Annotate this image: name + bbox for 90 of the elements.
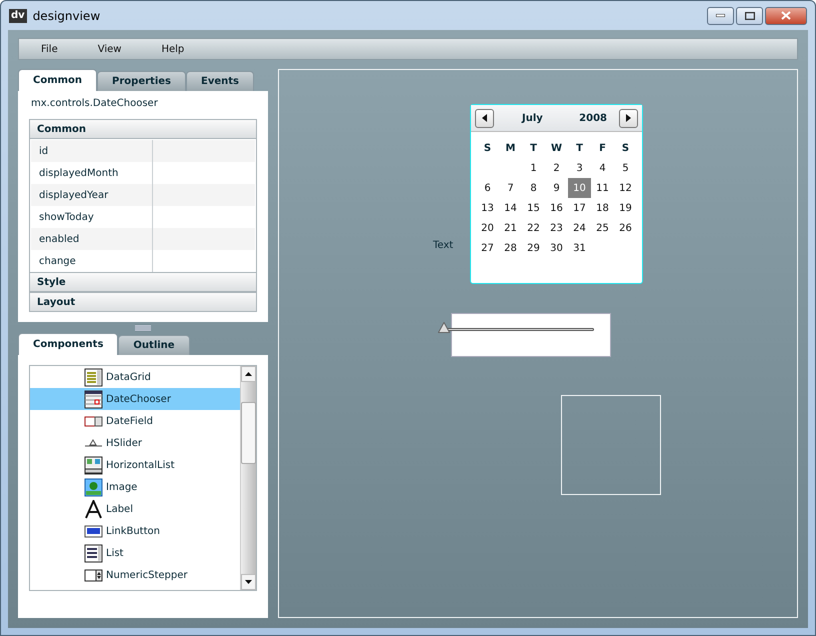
calendar-day[interactable]: 30 [545,238,568,258]
scrollbar[interactable] [240,366,256,590]
panel-tab[interactable]: Events [186,71,254,91]
calendar-day[interactable]: 20 [476,218,499,238]
calendar-day[interactable]: 2 [545,158,568,178]
window-title: designview [32,8,102,22]
weekday-label: M [504,142,516,156]
calendar-day[interactable]: 22 [522,218,545,238]
close-button[interactable] [765,6,807,24]
component-item[interactable]: DataGrid [30,366,240,388]
panel-tab[interactable]: Common [18,69,98,91]
calendar-day[interactable]: 6 [476,178,499,198]
menu-item[interactable]: File [41,44,58,54]
component-item[interactable]: HSlider [30,432,240,454]
component-item[interactable]: HorizontalList [30,454,240,476]
calendar-day[interactable]: 14 [499,198,522,218]
list-icon [84,456,103,474]
weekday-label: T [575,142,584,156]
calendar-day[interactable]: 15 [522,198,545,218]
panel-tab[interactable]: Components [18,333,118,355]
left-arrow-icon [482,114,487,122]
menu-item[interactable]: View [98,44,122,54]
calendar-day[interactable]: 9 [545,178,568,198]
component-item[interactable]: Image [30,476,240,498]
right-arrow-icon [626,114,631,122]
scroll-down-button[interactable] [241,574,256,590]
calendar-day[interactable]: 5 [614,158,637,178]
component-item[interactable]: LinkButton [30,520,240,542]
menu-item[interactable]: Help [161,44,184,54]
calendar-day[interactable]: 28 [499,238,522,258]
calendar-day[interactable]: 26 [614,218,637,238]
text-label[interactable]: Text [433,240,454,251]
panel-tab[interactable]: Properties [97,71,186,91]
down-arrow-icon [245,580,252,584]
app-logo: dv [9,8,27,22]
minimize-button[interactable] [707,6,734,24]
section-header[interactable]: Style [29,272,257,292]
component-item[interactable]: NumericStepper [30,564,240,586]
calendar-day[interactable]: 10 [568,178,591,198]
weekday-label: S [482,142,492,156]
section-header[interactable]: Common [29,119,257,139]
calendar-day[interactable]: 17 [568,198,591,218]
calendar-day[interactable]: 19 [614,198,637,218]
calendar-day[interactable]: 27 [476,238,499,258]
month-label: July [522,112,543,124]
component-item[interactable]: List [30,542,240,564]
calendar-day[interactable]: 16 [545,198,568,218]
weekday-label: T [529,142,538,156]
calendar-day[interactable]: 29 [522,238,545,258]
slider-thumb[interactable] [438,322,450,333]
year-label: 2008 [579,112,607,124]
calendar-icon [84,390,103,408]
up-arrow-icon [245,372,252,376]
calendar-day[interactable]: 18 [591,198,614,218]
calendar-day[interactable]: 31 [568,238,591,258]
date-chooser[interactable]: July 2008 S M T W T F S 1 2 3 4 5 6 7 8 9 10 11 12 13 14 15 16 17 18 19 20 21 22 23 24 25 26 27 28 29 30 31 [470,104,643,284]
scroll-up-button[interactable] [241,366,256,382]
calendar-day[interactable]: 3 [568,158,591,178]
weekday-label: W [550,142,564,156]
maximize-icon [744,12,754,20]
calendar-day[interactable]: 23 [545,218,568,238]
weekday-label: F [598,142,607,156]
calendar-day[interactable]: 24 [568,218,591,238]
calendar-day[interactable]: 11 [591,178,614,198]
maximize-button[interactable] [736,6,763,24]
letter-icon [84,500,103,518]
calendar-day[interactable]: 21 [499,218,522,238]
image-icon [84,478,103,496]
calendar-day[interactable]: 1 [522,158,545,178]
calendar-day[interactable]: 13 [476,198,499,218]
calendar-day[interactable]: 12 [614,178,637,198]
slider[interactable] [438,322,594,334]
calendar-day[interactable]: 7 [499,178,522,198]
component-item[interactable]: DateChooser [30,388,240,410]
previous-month-button[interactable] [475,108,494,128]
close-icon [781,11,791,20]
splitter-handle[interactable] [135,324,151,330]
component-item[interactable]: Label [30,498,240,520]
panel-tab[interactable]: Outline [118,335,190,355]
weekday-label: S [620,142,630,156]
next-month-button[interactable] [619,108,638,128]
calendar-day[interactable]: 25 [591,218,614,238]
grid-icon [84,368,103,386]
calendar-day[interactable]: 8 [522,178,545,198]
section-header[interactable]: Layout [29,292,257,312]
minimize-icon [716,14,725,17]
calendar-day[interactable]: 4 [591,158,614,178]
component-item[interactable]: DateField [30,410,240,432]
list-icon [84,544,103,562]
class-name: mx.controls.DateChooser [30,97,159,111]
